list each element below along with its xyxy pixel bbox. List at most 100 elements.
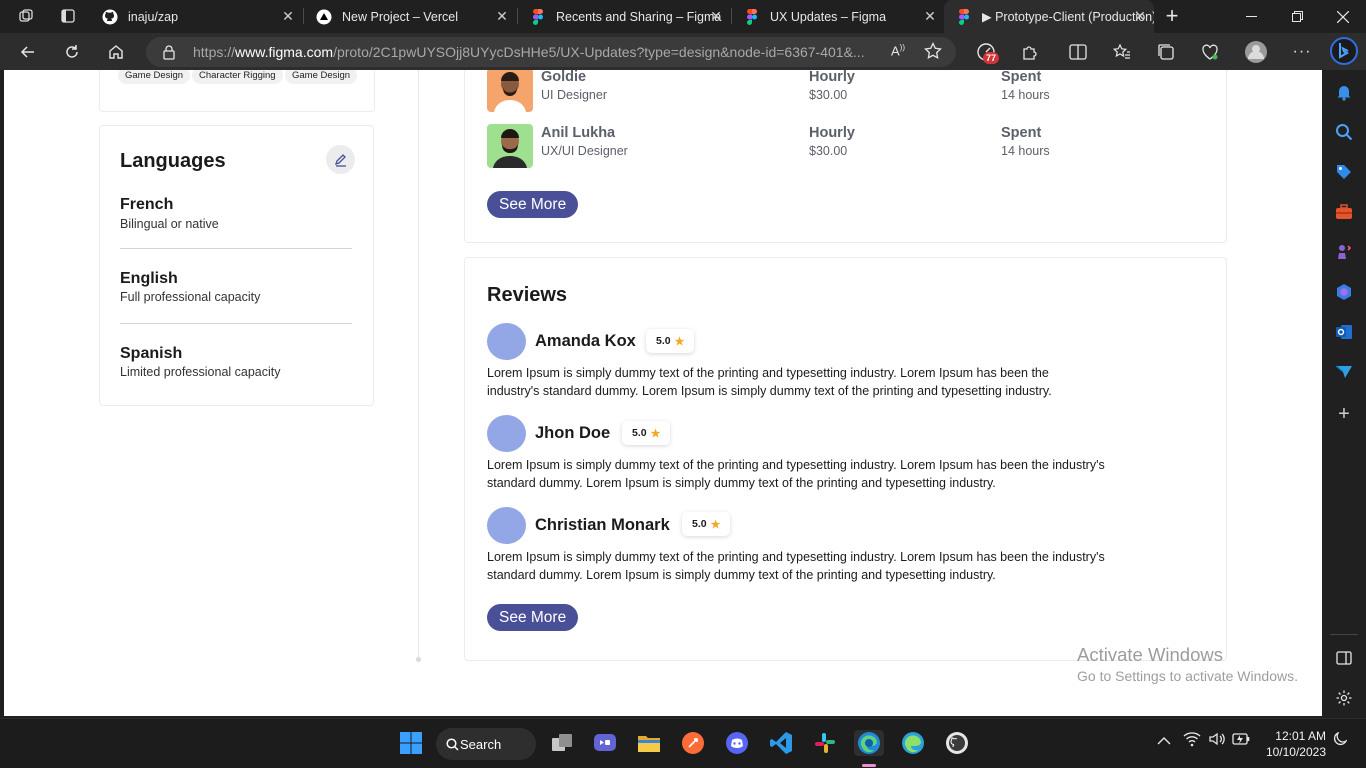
rating-value: 5.0 xyxy=(692,518,707,530)
hires-see-more-button[interactable]: See More xyxy=(487,191,579,218)
search-icon xyxy=(446,738,459,751)
new-tab-icon[interactable]: + xyxy=(1160,3,1184,28)
tools-briefcase-icon[interactable] xyxy=(1334,202,1354,222)
spent-label: Spent xyxy=(1001,70,1042,85)
extensions-puzzle-icon[interactable] xyxy=(1016,38,1044,66)
volume-icon[interactable] xyxy=(1208,731,1226,750)
sidebar-divider xyxy=(1330,634,1358,635)
edge-dev-icon[interactable] xyxy=(900,730,926,756)
outlook-icon[interactable] xyxy=(1334,322,1354,342)
taskbar-search[interactable]: Search xyxy=(436,728,536,760)
skill-chip[interactable]: Game Design xyxy=(118,70,191,84)
hire-row[interactable]: Anil Lukha UX/UI Designer Hourly $30.00 … xyxy=(487,124,1187,170)
battery-icon[interactable] xyxy=(1232,732,1250,749)
language-name: French xyxy=(120,196,174,213)
home-icon[interactable] xyxy=(102,38,130,66)
figma-icon xyxy=(533,8,543,25)
taskbar-clock[interactable]: 12:01 AM 10/10/2023 xyxy=(1262,728,1326,760)
figma-icon xyxy=(959,8,969,25)
spent-label: Spent xyxy=(1001,125,1042,141)
hire-role: UX/UI Designer xyxy=(541,144,628,158)
edit-pencil-icon xyxy=(334,153,346,167)
skill-chip[interactable]: Character Rigging xyxy=(192,70,283,84)
sidebar-settings-gear-icon[interactable] xyxy=(1334,688,1354,708)
skills-card: Game Design Character Rigging Game Desig… xyxy=(99,70,375,112)
do-not-disturb-moon-icon[interactable] xyxy=(1333,731,1348,749)
refresh-icon[interactable] xyxy=(58,38,86,66)
close-tab-icon[interactable]: ✕ xyxy=(494,8,510,24)
close-tab-icon[interactable]: ✕ xyxy=(922,8,938,24)
reviews-see-more-button[interactable]: See More xyxy=(487,604,579,631)
close-tab-icon[interactable]: ✕ xyxy=(280,8,296,24)
lock-icon[interactable] xyxy=(162,44,176,65)
clock-date: 10/10/2023 xyxy=(1265,745,1326,759)
shopping-tag-icon[interactable] xyxy=(1334,162,1354,182)
read-aloud-icon[interactable]: A)) xyxy=(891,43,905,58)
slack-icon[interactable] xyxy=(812,730,838,756)
file-explorer-icon[interactable] xyxy=(636,730,662,756)
review-text: Lorem Ipsum is simply dummy text of the … xyxy=(487,366,1052,398)
tab-figma-recents[interactable]: Recents and Sharing – Figma ✕ xyxy=(518,0,730,33)
search-icon[interactable] xyxy=(1334,122,1354,142)
skill-chip[interactable]: Game Design xyxy=(285,70,358,84)
activate-windows-subtitle: Go to Settings to activate Windows. xyxy=(1077,668,1298,684)
browser-essentials-icon[interactable] xyxy=(1196,38,1224,66)
workspaces-icon[interactable] xyxy=(14,6,38,26)
tab-actions-icon[interactable] xyxy=(56,6,80,26)
windows-start-icon[interactable] xyxy=(398,730,424,756)
add-sidebar-app-icon[interactable]: + xyxy=(1334,403,1354,425)
drop-send-icon[interactable] xyxy=(1334,362,1354,382)
favorite-star-icon[interactable] xyxy=(924,41,942,65)
tab-title: New Project – Vercel xyxy=(342,9,459,24)
edge-browser-icon[interactable] xyxy=(854,730,884,756)
url-host: www.figma.com xyxy=(235,44,334,60)
collections-icon[interactable] xyxy=(1152,38,1180,66)
show-hidden-icons-chevron-icon[interactable] xyxy=(1157,733,1171,749)
discord-icon[interactable] xyxy=(724,730,750,756)
tab-github[interactable]: inaju/zap ✕ xyxy=(90,0,302,33)
tab-vercel[interactable]: New Project – Vercel ✕ xyxy=(304,0,516,33)
reviewer-name: Jhon Doe xyxy=(535,424,611,442)
edit-languages-button[interactable] xyxy=(326,145,355,174)
rate-label: Hourly xyxy=(809,70,855,85)
tab-title: ▶ Prototype-Client (Production) xyxy=(982,10,1154,24)
favorites-icon[interactable] xyxy=(1108,38,1136,66)
url-text[interactable]: https://www.figma.com/proto/2C1pwUYSOjj8… xyxy=(193,44,883,60)
postman-icon[interactable] xyxy=(680,730,706,756)
github-desktop-icon[interactable] xyxy=(944,730,970,756)
more-options-icon[interactable]: ··· xyxy=(1288,38,1316,66)
hire-row[interactable]: Goldie UI Designer Hourly $30.00 Spent 1… xyxy=(487,70,1187,114)
page-viewport: Game Design Character Rigging Game Desig… xyxy=(4,70,1322,716)
close-tab-icon[interactable]: ✕ xyxy=(708,8,724,24)
activate-windows-title: Activate Windows xyxy=(1077,644,1223,665)
close-tab-icon[interactable]: ✕ xyxy=(1132,8,1148,24)
tab-prototype-client[interactable]: ▶ Prototype-Client (Production) ✕ xyxy=(944,0,1154,33)
edge-sidebar: + xyxy=(1322,70,1366,718)
review-text: Lorem Ipsum is simply dummy text of the … xyxy=(487,550,1105,582)
task-view-icon[interactable] xyxy=(549,730,575,756)
teams-chat-icon[interactable] xyxy=(592,730,618,756)
language-name: English xyxy=(120,270,178,287)
back-icon[interactable] xyxy=(14,38,42,66)
copilot-365-icon[interactable] xyxy=(1334,282,1354,302)
url-path: /proto/2C1pwUYSOjj8UYycDsHHe5/UX-Updates… xyxy=(333,44,865,60)
hide-sidebar-icon[interactable] xyxy=(1334,648,1354,668)
close-window-icon[interactable] xyxy=(1320,0,1366,33)
avatar xyxy=(487,507,526,544)
address-bar[interactable]: https://www.figma.com/proto/2C1pwUYSOjj8… xyxy=(146,37,956,67)
divider-end-dot xyxy=(416,657,421,662)
vscode-icon[interactable] xyxy=(768,730,794,756)
minimize-icon[interactable] xyxy=(1228,0,1274,33)
spent-value: 14 hours xyxy=(1001,144,1050,158)
bing-copilot-icon[interactable] xyxy=(1329,36,1359,66)
notifications-bell-icon[interactable] xyxy=(1334,82,1354,102)
wifi-icon[interactable] xyxy=(1183,731,1201,750)
split-screen-icon[interactable] xyxy=(1064,38,1092,66)
profile-avatar-icon[interactable] xyxy=(1242,38,1270,66)
figma-icon xyxy=(747,8,757,25)
restore-icon[interactable] xyxy=(1274,0,1320,33)
avatar xyxy=(487,415,526,452)
extension-badge: 77 xyxy=(983,52,1000,64)
tab-figma-ux-updates[interactable]: UX Updates – Figma ✕ xyxy=(732,0,944,33)
games-chess-icon[interactable] xyxy=(1334,242,1354,262)
